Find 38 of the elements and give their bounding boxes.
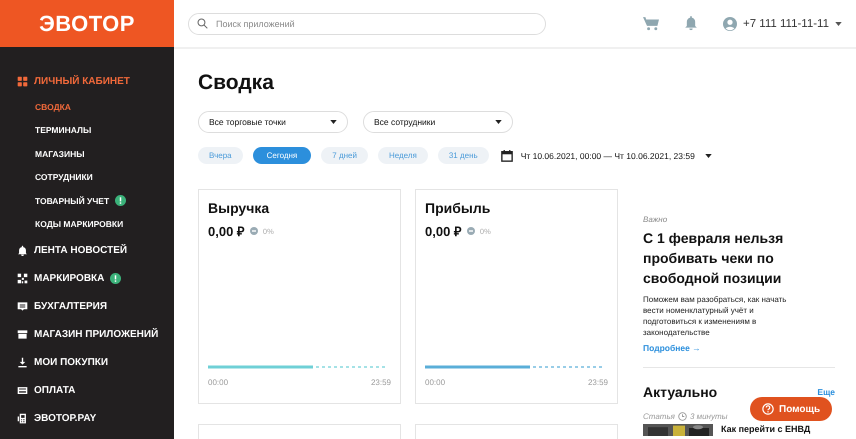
sidebar-item[interactable]: МАРКИРОВКА	[0, 264, 174, 292]
section-title: Актуально	[643, 384, 718, 400]
page-title: Сводка	[198, 71, 275, 95]
sidebar-item[interactable]: СОТРУДНИКИ	[0, 166, 174, 189]
axis-label: 00:00	[425, 378, 446, 387]
date-range[interactable]: Чт 10.06.2021, 00:00 — Чт 10.06.2021, 23:59	[520, 150, 695, 160]
sidebar-item[interactable]: ЛЕНТА НОВОСТЕЙ	[0, 236, 174, 264]
sidebar-item[interactable]: МОИ ПОКУПКИ	[0, 348, 174, 376]
axis-label: 23:59	[370, 378, 391, 387]
help-button[interactable]: Помощь	[750, 397, 832, 421]
sidebar-item[interactable]: ЛИЧНЫЙ КАБИНЕТ	[0, 67, 174, 95]
axis-label: 23:59	[588, 378, 608, 387]
sidebar-item[interactable]: СВОДКА	[0, 95, 174, 118]
card-value: 0,00 ₽	[208, 223, 245, 240]
sidebar-item[interactable]: ЭВОТОР.PAY	[0, 404, 174, 432]
card-title: Выручка	[208, 200, 270, 216]
article-title[interactable]: Как перейти с ЕНВД	[721, 424, 810, 435]
sidebar-item[interactable]: МАГАЗИНЫ	[0, 142, 174, 166]
sidebar-item[interactable]: ТОВАРНЫЙ УЧЕТ	[0, 189, 174, 212]
sidebar-item[interactable]: ТЕРМИНАЛЫ	[0, 118, 174, 142]
axis-label: 00:00	[208, 378, 228, 387]
sidebar-item[interactable]: КОДЫ МАРКИРОВКИ	[0, 212, 174, 236]
card-title: Прибыль	[425, 200, 492, 216]
account-phone[interactable]: +7 111 111-11-11	[743, 18, 829, 30]
sidebar-item[interactable]: ОПЛАТА	[0, 376, 174, 404]
sidebar-item[interactable]: МАГАЗИН ПРИЛОЖЕНИЙ	[0, 320, 174, 348]
search-input[interactable]: Поиск приложений	[214, 18, 537, 30]
card-value: 0,00 ₽	[425, 223, 462, 240]
news-title: С 1 февраля нельзя пробивать чеки по свободной позиции	[643, 229, 784, 288]
article-type: Статья	[643, 412, 675, 421]
news-tag: Важно	[643, 215, 835, 224]
article-duration: 3 минуты	[690, 412, 728, 421]
more-link[interactable]: Подробнее →	[643, 343, 835, 353]
search-field[interactable]: Поиск приложений	[188, 12, 546, 34]
sidebar-item[interactable]: БУХГАЛТЕРИЯ	[0, 292, 174, 320]
filter-dropdown[interactable]: Все сотрудники	[363, 111, 513, 133]
news-text: Поможем вам разобраться, как начать вести номенклатурный учёт и подготовиться к изменениям в законодательстве	[643, 294, 788, 338]
filter-dropdown[interactable]: Все торговые точки	[198, 111, 348, 133]
